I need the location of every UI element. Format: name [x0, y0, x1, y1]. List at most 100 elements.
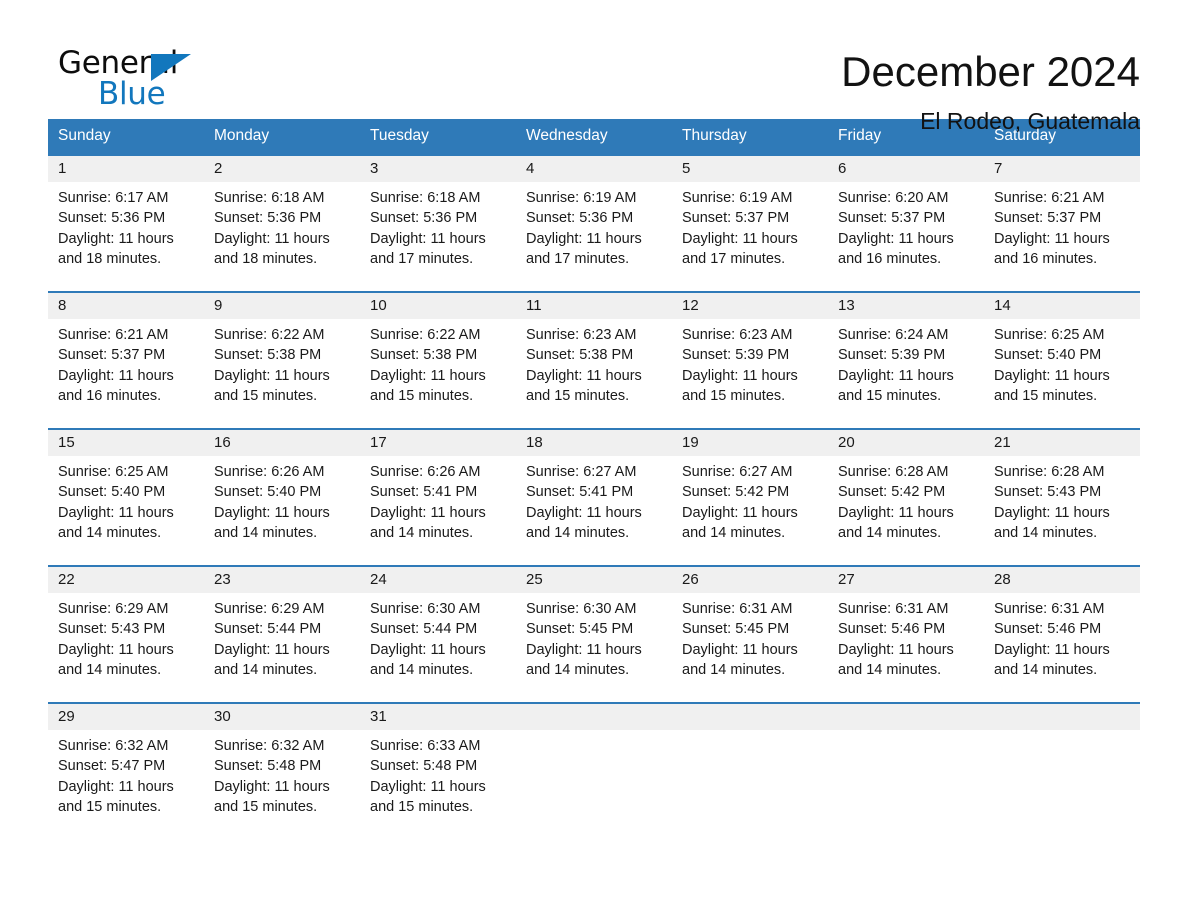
- page-title: December 2024: [841, 48, 1140, 95]
- day-cell[interactable]: 20 Sunrise: 6:28 AM Sunset: 5:42 PM Dayli…: [828, 430, 984, 565]
- day-cell[interactable]: 21 Sunrise: 6:28 AM Sunset: 5:43 PM Dayli…: [984, 430, 1140, 565]
- day-number: 8: [58, 297, 67, 314]
- day-number: 13: [838, 297, 855, 314]
- day-cell[interactable]: 3 Sunrise: 6:18 AM Sunset: 5:36 PM Daylig…: [360, 156, 516, 291]
- day-cell[interactable]: 16 Sunrise: 6:26 AM Sunset: 5:40 PM Dayli…: [204, 430, 360, 565]
- day-cell[interactable]: 8 Sunrise: 6:21 AM Sunset: 5:37 PM Daylig…: [48, 293, 204, 428]
- day-cell[interactable]: 29 Sunrise: 6:32 AM Sunset: 5:47 PM Dayli…: [48, 704, 204, 834]
- day-details: Sunrise: 6:25 AM Sunset: 5:40 PM Dayligh…: [994, 327, 1110, 404]
- day-number: 30: [214, 708, 231, 725]
- day-cell[interactable]: 10 Sunrise: 6:22 AM Sunset: 5:38 PM Dayli…: [360, 293, 516, 428]
- day-number: 7: [994, 160, 1003, 177]
- day-number: 23: [214, 571, 231, 588]
- day-cell[interactable]: 9 Sunrise: 6:22 AM Sunset: 5:38 PM Daylig…: [204, 293, 360, 428]
- calendar-week-row: 15 Sunrise: 6:25 AM Sunset: 5:40 PM Dayli…: [48, 428, 1140, 565]
- day-cell[interactable]: 14 Sunrise: 6:25 AM Sunset: 5:40 PM Dayli…: [984, 293, 1140, 428]
- day-cell[interactable]: 6 Sunrise: 6:20 AM Sunset: 5:37 PM Daylig…: [828, 156, 984, 291]
- day-number: 22: [58, 571, 75, 588]
- weekday-header-wednesday: Wednesday: [526, 127, 608, 144]
- calendar-week-row: 1 Sunrise: 6:17 AM Sunset: 5:36 PM Daylig…: [48, 154, 1140, 291]
- day-details: Sunrise: 6:26 AM Sunset: 5:40 PM Dayligh…: [214, 464, 330, 541]
- day-details: Sunrise: 6:32 AM Sunset: 5:48 PM Dayligh…: [214, 738, 330, 815]
- day-details: Sunrise: 6:21 AM Sunset: 5:37 PM Dayligh…: [994, 190, 1110, 267]
- day-number: 5: [682, 160, 691, 177]
- day-cell[interactable]: 1 Sunrise: 6:17 AM Sunset: 5:36 PM Daylig…: [48, 156, 204, 291]
- day-cell[interactable]: 27 Sunrise: 6:31 AM Sunset: 5:46 PM Dayli…: [828, 567, 984, 702]
- day-details: Sunrise: 6:19 AM Sunset: 5:37 PM Dayligh…: [682, 190, 798, 267]
- day-cell[interactable]: 28 Sunrise: 6:31 AM Sunset: 5:46 PM Dayli…: [984, 567, 1140, 702]
- day-cell[interactable]: 2 Sunrise: 6:18 AM Sunset: 5:36 PM Daylig…: [204, 156, 360, 291]
- day-number: 31: [370, 708, 387, 725]
- day-cell-empty: [516, 704, 672, 834]
- day-number: 2: [214, 160, 223, 177]
- day-number: 20: [838, 434, 855, 451]
- day-details: Sunrise: 6:18 AM Sunset: 5:36 PM Dayligh…: [214, 190, 330, 267]
- day-cell-empty: [984, 704, 1140, 834]
- day-number: 11: [526, 297, 542, 314]
- day-details: Sunrise: 6:19 AM Sunset: 5:36 PM Dayligh…: [526, 190, 642, 267]
- general-blue-logo: General Blue: [48, 46, 198, 112]
- day-cell[interactable]: 18 Sunrise: 6:27 AM Sunset: 5:41 PM Dayli…: [516, 430, 672, 565]
- weekday-header-monday: Monday: [214, 127, 270, 144]
- calendar-week-row: 8 Sunrise: 6:21 AM Sunset: 5:37 PM Daylig…: [48, 291, 1140, 428]
- day-cell[interactable]: 31 Sunrise: 6:33 AM Sunset: 5:48 PM Dayli…: [360, 704, 516, 834]
- day-number: 12: [682, 297, 699, 314]
- day-details: Sunrise: 6:30 AM Sunset: 5:45 PM Dayligh…: [526, 601, 642, 678]
- logo-text-blue: Blue: [98, 76, 166, 112]
- day-number: 3: [370, 160, 379, 177]
- day-number: 29: [58, 708, 75, 725]
- day-details: Sunrise: 6:29 AM Sunset: 5:43 PM Dayligh…: [58, 601, 174, 678]
- day-number: 9: [214, 297, 223, 314]
- day-number: 25: [526, 571, 543, 588]
- weekday-header-sunday: Sunday: [58, 127, 111, 144]
- calendar-week-row: 22 Sunrise: 6:29 AM Sunset: 5:43 PM Dayli…: [48, 565, 1140, 702]
- day-details: Sunrise: 6:26 AM Sunset: 5:41 PM Dayligh…: [370, 464, 486, 541]
- day-number: 15: [58, 434, 75, 451]
- weekday-header-saturday: Saturday: [994, 127, 1057, 144]
- day-cell[interactable]: 19 Sunrise: 6:27 AM Sunset: 5:42 PM Dayli…: [672, 430, 828, 565]
- day-details: Sunrise: 6:23 AM Sunset: 5:38 PM Dayligh…: [526, 327, 642, 404]
- weekday-header-row: Sunday Monday Tuesday Wednesday Thursday…: [48, 119, 1140, 154]
- day-details: Sunrise: 6:22 AM Sunset: 5:38 PM Dayligh…: [370, 327, 486, 404]
- day-cell[interactable]: 26 Sunrise: 6:31 AM Sunset: 5:45 PM Dayli…: [672, 567, 828, 702]
- day-cell[interactable]: 7 Sunrise: 6:21 AM Sunset: 5:37 PM Daylig…: [984, 156, 1140, 291]
- day-details: Sunrise: 6:28 AM Sunset: 5:42 PM Dayligh…: [838, 464, 954, 541]
- day-cell[interactable]: 30 Sunrise: 6:32 AM Sunset: 5:48 PM Dayli…: [204, 704, 360, 834]
- day-number: 28: [994, 571, 1011, 588]
- weekday-header-friday: Friday: [838, 127, 882, 144]
- day-details: Sunrise: 6:25 AM Sunset: 5:40 PM Dayligh…: [58, 464, 174, 541]
- calendar-week-row: 29 Sunrise: 6:32 AM Sunset: 5:47 PM Dayli…: [48, 702, 1140, 834]
- day-details: Sunrise: 6:23 AM Sunset: 5:39 PM Dayligh…: [682, 327, 798, 404]
- day-details: Sunrise: 6:22 AM Sunset: 5:38 PM Dayligh…: [214, 327, 330, 404]
- day-cell[interactable]: 22 Sunrise: 6:29 AM Sunset: 5:43 PM Dayli…: [48, 567, 204, 702]
- day-cell[interactable]: 17 Sunrise: 6:26 AM Sunset: 5:41 PM Dayli…: [360, 430, 516, 565]
- day-cell[interactable]: 12 Sunrise: 6:23 AM Sunset: 5:39 PM Dayli…: [672, 293, 828, 428]
- day-details: Sunrise: 6:21 AM Sunset: 5:37 PM Dayligh…: [58, 327, 174, 404]
- day-cell[interactable]: 25 Sunrise: 6:30 AM Sunset: 5:45 PM Dayli…: [516, 567, 672, 702]
- weekday-header-tuesday: Tuesday: [370, 127, 429, 144]
- day-number: 16: [214, 434, 231, 451]
- day-cell-empty: [672, 704, 828, 834]
- day-details: Sunrise: 6:27 AM Sunset: 5:42 PM Dayligh…: [682, 464, 798, 541]
- day-cell[interactable]: 13 Sunrise: 6:24 AM Sunset: 5:39 PM Dayli…: [828, 293, 984, 428]
- day-cell[interactable]: 15 Sunrise: 6:25 AM Sunset: 5:40 PM Dayli…: [48, 430, 204, 565]
- day-cell[interactable]: 5 Sunrise: 6:19 AM Sunset: 5:37 PM Daylig…: [672, 156, 828, 291]
- day-details: Sunrise: 6:28 AM Sunset: 5:43 PM Dayligh…: [994, 464, 1110, 541]
- day-details: Sunrise: 6:31 AM Sunset: 5:45 PM Dayligh…: [682, 601, 798, 678]
- day-details: Sunrise: 6:31 AM Sunset: 5:46 PM Dayligh…: [994, 601, 1110, 678]
- day-details: Sunrise: 6:32 AM Sunset: 5:47 PM Dayligh…: [58, 738, 174, 815]
- day-details: Sunrise: 6:18 AM Sunset: 5:36 PM Dayligh…: [370, 190, 486, 267]
- day-cell[interactable]: 11 Sunrise: 6:23 AM Sunset: 5:38 PM Dayli…: [516, 293, 672, 428]
- day-number: 27: [838, 571, 855, 588]
- day-number: 24: [370, 571, 387, 588]
- day-number: 17: [370, 434, 387, 451]
- day-details: Sunrise: 6:17 AM Sunset: 5:36 PM Dayligh…: [58, 190, 174, 267]
- day-cell[interactable]: 23 Sunrise: 6:29 AM Sunset: 5:44 PM Dayli…: [204, 567, 360, 702]
- day-number: 14: [994, 297, 1011, 314]
- day-details: Sunrise: 6:24 AM Sunset: 5:39 PM Dayligh…: [838, 327, 954, 404]
- day-details: Sunrise: 6:33 AM Sunset: 5:48 PM Dayligh…: [370, 738, 486, 815]
- day-cell[interactable]: 24 Sunrise: 6:30 AM Sunset: 5:44 PM Dayli…: [360, 567, 516, 702]
- day-cell-empty: [828, 704, 984, 834]
- day-details: Sunrise: 6:31 AM Sunset: 5:46 PM Dayligh…: [838, 601, 954, 678]
- day-cell[interactable]: 4 Sunrise: 6:19 AM Sunset: 5:36 PM Daylig…: [516, 156, 672, 291]
